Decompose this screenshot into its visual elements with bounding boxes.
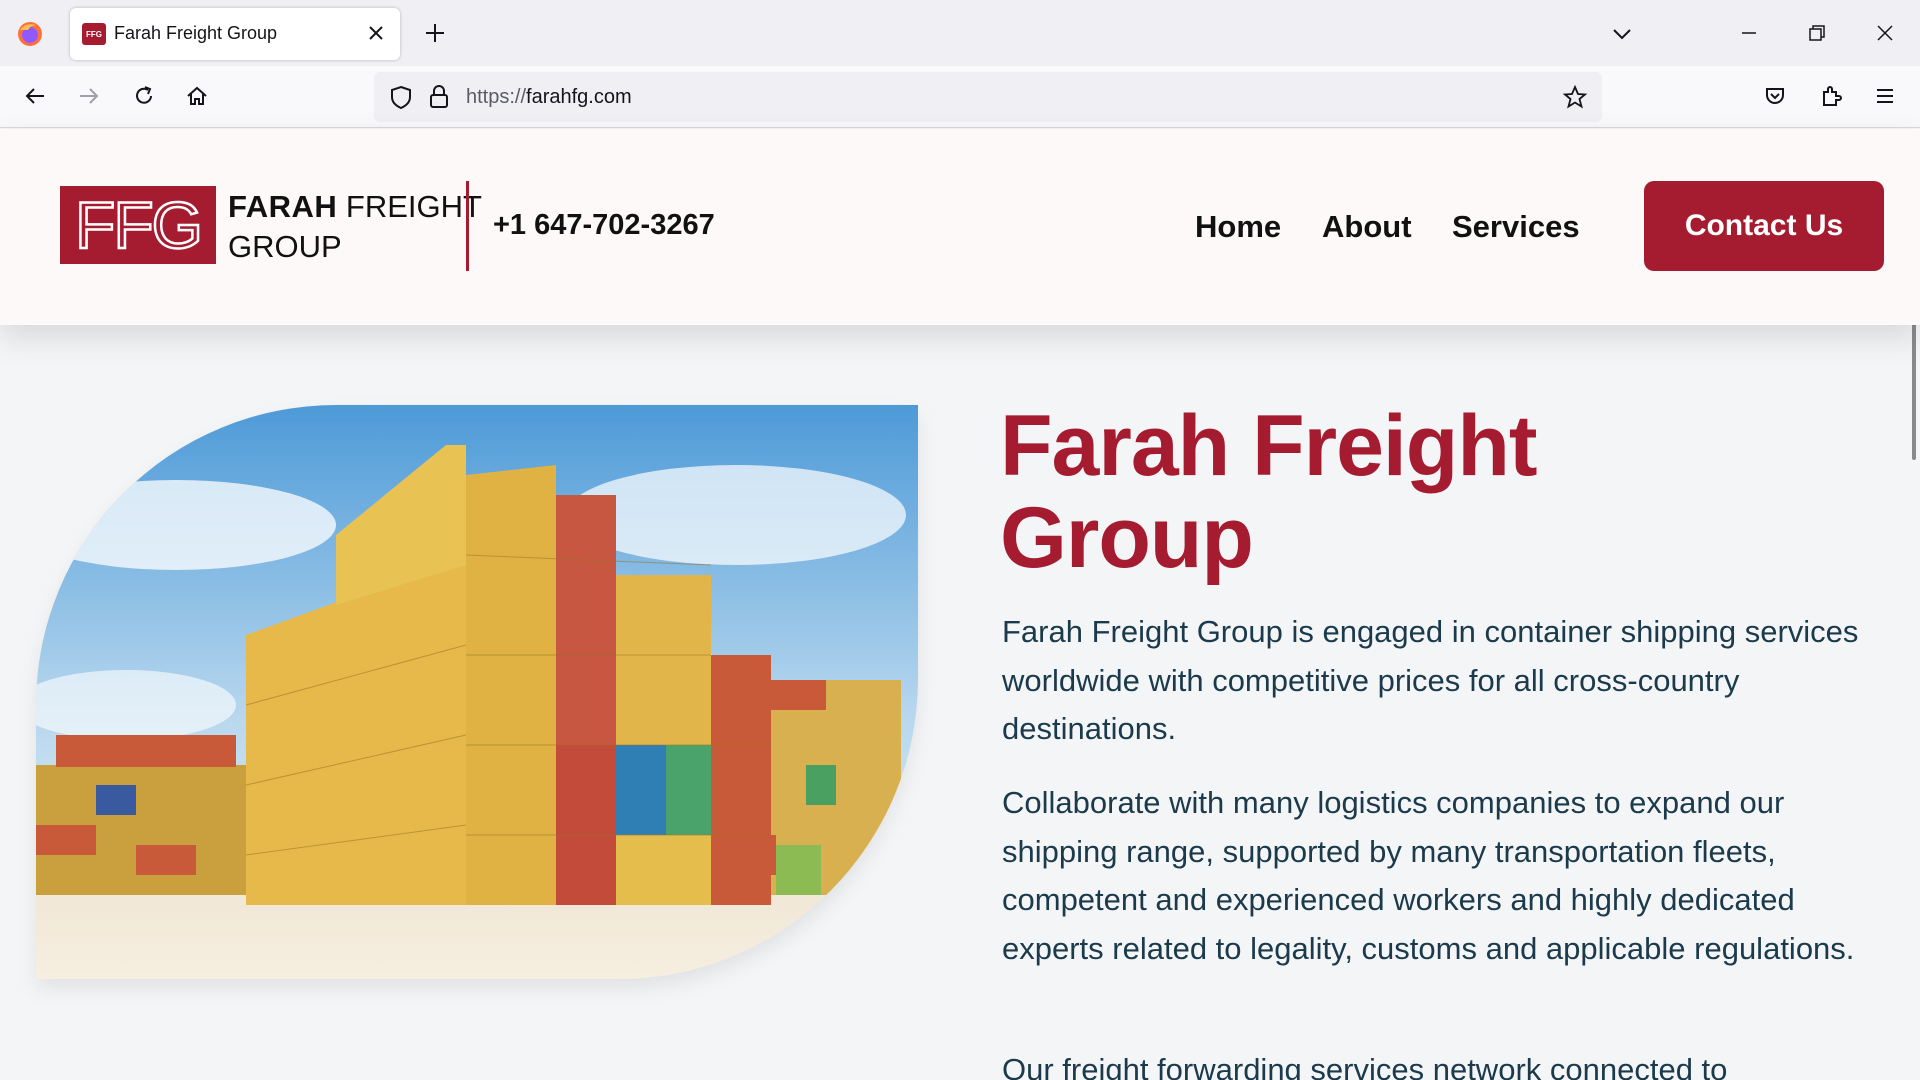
- reload-icon[interactable]: [129, 81, 159, 111]
- ffg-logo[interactable]: FFG: [60, 186, 216, 264]
- hero-title-line2: Group: [1000, 490, 1254, 586]
- close-tab-icon[interactable]: [364, 21, 388, 45]
- firefox-logo-icon[interactable]: [16, 20, 44, 48]
- tracking-protection-shield-icon[interactable]: [386, 82, 416, 112]
- browser-navigation-bar: https://farahfg.com: [0, 66, 1920, 128]
- nav-home-link[interactable]: Home: [1195, 209, 1281, 245]
- hero-paragraph-2: Collaborate with many logistics companie…: [1002, 785, 1855, 966]
- page-scrollbar[interactable]: [1912, 314, 1916, 460]
- close-window-icon[interactable]: [1870, 18, 1900, 48]
- contact-us-button[interactable]: Contact Us: [1644, 181, 1884, 271]
- pocket-icon[interactable]: [1760, 81, 1790, 111]
- browser-tab-bar: FFG Farah Freight Group: [0, 0, 1920, 66]
- brand-name: FARAH FREIGHT GROUP: [228, 187, 482, 267]
- phone-number[interactable]: +1 647-702-3267: [493, 209, 715, 242]
- url-host: farahfg.com: [526, 86, 632, 108]
- hero-paragraph-3: Our freight forwarding services network …: [1002, 1052, 1728, 1080]
- site-favicon-icon: FFG: [82, 23, 106, 45]
- logo-lettering: FFG: [75, 188, 201, 262]
- shipping-containers-image: [36, 405, 918, 979]
- ffg-logo-mark-icon: FFG: [74, 187, 204, 264]
- address-bar[interactable]: https://farahfg.com: [374, 72, 1602, 122]
- nav-services-link[interactable]: Services: [1452, 209, 1580, 245]
- list-all-tabs-chevron-icon[interactable]: [1608, 20, 1636, 48]
- hero-title-line1: Farah Freight: [1000, 398, 1538, 494]
- hamburger-menu-icon[interactable]: [1870, 81, 1900, 111]
- header-divider: [466, 181, 469, 271]
- tab-title: Farah Freight Group: [114, 23, 278, 43]
- minimize-window-icon[interactable]: [1734, 18, 1764, 48]
- home-icon[interactable]: [182, 81, 212, 111]
- bookmark-star-icon[interactable]: [1560, 82, 1590, 112]
- brand-name-group: GROUP: [228, 229, 342, 264]
- url-text[interactable]: https://farahfg.com: [466, 86, 632, 109]
- active-tab[interactable]: FFG Farah Freight Group: [70, 8, 400, 60]
- new-tab-plus-icon[interactable]: [420, 18, 450, 48]
- brand-name-freight: FREIGHT: [337, 189, 482, 224]
- brand-name-bold: FARAH: [228, 189, 338, 224]
- hero-title: Farah Freight Group: [1000, 400, 1880, 584]
- restore-window-icon[interactable]: [1802, 18, 1832, 48]
- url-protocol: https://: [466, 86, 527, 108]
- site-header: FFG FARAH FREIGHT GROUP +1 647-702-3267 …: [0, 129, 1920, 325]
- back-arrow-icon[interactable]: [20, 81, 50, 111]
- forward-arrow-icon[interactable]: [74, 81, 104, 111]
- hero-paragraph-1: Farah Freight Group is engaged in contai…: [1002, 614, 1859, 746]
- nav-about-link[interactable]: About: [1322, 209, 1412, 245]
- extensions-puzzle-icon[interactable]: [1816, 81, 1846, 111]
- lock-icon[interactable]: [426, 82, 452, 112]
